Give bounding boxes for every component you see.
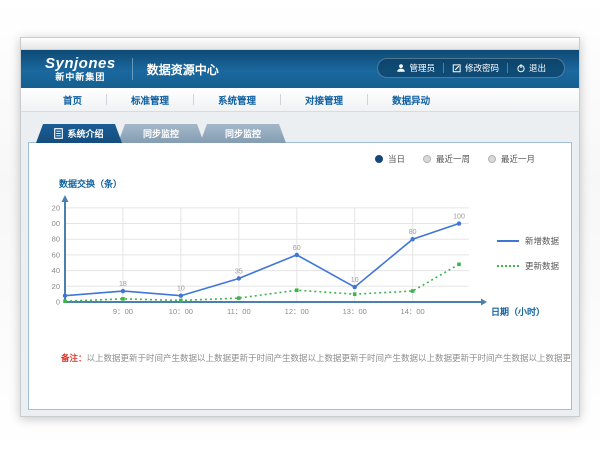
content-area: 系统介绍 同步监控 同步监控 当日 最近一周 <box>21 112 579 416</box>
legend-item-new-data: 新增数据 <box>497 235 559 247</box>
nav-item-system-mgmt[interactable]: 系统管理 <box>194 93 280 107</box>
radio-label: 当日 <box>388 153 405 165</box>
radio-today[interactable]: 当日 <box>375 153 405 165</box>
nav-item-interface-mgmt[interactable]: 对接管理 <box>281 93 367 107</box>
radio-last-month[interactable]: 最近一月 <box>488 153 535 165</box>
app-title: 数据资源中心 <box>132 58 219 80</box>
logo-en: Synjones <box>45 56 116 71</box>
user-label: 管理员 <box>409 62 435 74</box>
svg-text:11：00: 11：00 <box>227 307 251 316</box>
svg-text:10: 10 <box>177 286 185 293</box>
svg-text:18: 18 <box>119 281 127 288</box>
user-icon <box>396 63 406 73</box>
range-filter-group: 当日 最近一周 最近一月 <box>375 153 535 165</box>
nav-item-data-change[interactable]: 数据异动 <box>368 93 454 107</box>
document-icon <box>54 128 63 139</box>
svg-text:60: 60 <box>52 250 60 259</box>
tab-sync-monitor-2[interactable]: 同步监控 <box>200 124 286 143</box>
svg-text:10：00: 10：00 <box>169 307 193 316</box>
change-password-label: 修改密码 <box>465 62 499 74</box>
svg-text:日期（小时）: 日期（小时） <box>491 306 545 317</box>
legend-line-solid <box>497 240 519 242</box>
svg-text:10: 10 <box>351 277 359 284</box>
main-nav: 首页 标准管理 系统管理 对接管理 数据异动 <box>21 88 579 112</box>
legend-label: 更新数据 <box>525 260 559 272</box>
svg-text:40: 40 <box>52 266 60 275</box>
svg-text:120: 120 <box>51 203 60 212</box>
svg-text:0: 0 <box>56 298 60 307</box>
tab-label: 同步监控 <box>143 127 179 140</box>
radio-selected-icon <box>375 155 383 163</box>
change-password-button[interactable]: 修改密码 <box>444 62 507 74</box>
current-user[interactable]: 管理员 <box>388 62 443 74</box>
footnote-text: 以上数据更新于时间产生数据以上数据更新于时间产生数据以上数据更新于时间产生数据以… <box>87 353 571 363</box>
svg-text:100: 100 <box>453 214 465 221</box>
edit-icon <box>452 63 462 73</box>
app-window: Synjones 新中新集团 数据资源中心 管理员 修改密码 退出 首页 标准管… <box>20 37 580 417</box>
radio-label: 最近一周 <box>436 153 470 165</box>
chart-panel: 当日 最近一周 最近一月 数据交换（条） 0 20 40 60 80 100 120 9：00… <box>28 142 572 410</box>
logout-button[interactable]: 退出 <box>508 62 554 74</box>
svg-text:60: 60 <box>293 245 301 252</box>
svg-text:80: 80 <box>409 229 417 236</box>
svg-text:80: 80 <box>52 235 60 244</box>
tab-bar: 系统介绍 同步监控 同步监控 <box>36 124 572 143</box>
svg-text:14：00: 14：00 <box>401 307 425 316</box>
chart-legend: 新增数据 更新数据 <box>497 235 559 272</box>
tab-sync-monitor-1[interactable]: 同步监控 <box>118 124 204 143</box>
radio-unselected-icon <box>488 155 496 163</box>
legend-label: 新增数据 <box>525 235 559 247</box>
svg-text:12：00: 12：00 <box>285 307 309 316</box>
legend-line-dotted <box>497 265 519 267</box>
radio-unselected-icon <box>423 155 431 163</box>
nav-item-standard-mgmt[interactable]: 标准管理 <box>107 93 193 107</box>
svg-text:100: 100 <box>51 219 60 228</box>
svg-text:20: 20 <box>52 282 60 291</box>
radio-last-week[interactable]: 最近一周 <box>423 153 470 165</box>
footnote: 备注：以上数据更新于时间产生数据以上数据更新于时间产生数据以上数据更新于时间产生… <box>29 353 571 365</box>
tab-system-intro[interactable]: 系统介绍 <box>36 124 122 143</box>
svg-text:35: 35 <box>235 268 243 275</box>
logo-cn: 新中新集团 <box>55 73 105 82</box>
company-logo: Synjones 新中新集团 <box>45 56 116 82</box>
nav-item-home[interactable]: 首页 <box>39 93 106 107</box>
app-header: Synjones 新中新集团 数据资源中心 管理员 修改密码 退出 <box>21 50 579 88</box>
logout-label: 退出 <box>529 62 546 74</box>
tab-label: 同步监控 <box>225 127 261 140</box>
radio-label: 最近一月 <box>501 153 535 165</box>
user-toolbar: 管理员 修改密码 退出 <box>377 58 565 78</box>
power-icon <box>516 63 526 73</box>
window-chrome-strip <box>21 38 579 50</box>
svg-text:9：00: 9：00 <box>113 307 133 316</box>
svg-text:13：00: 13：00 <box>343 307 367 316</box>
tab-label: 系统介绍 <box>67 127 103 140</box>
line-chart: 0 20 40 60 80 100 120 9：00 10：00 11：00 12：00 13：00 1… <box>51 194 556 330</box>
footnote-prefix: 备注： <box>61 353 87 363</box>
legend-item-updated-data: 更新数据 <box>497 260 559 272</box>
y-axis-title: 数据交换（条） <box>59 177 571 190</box>
